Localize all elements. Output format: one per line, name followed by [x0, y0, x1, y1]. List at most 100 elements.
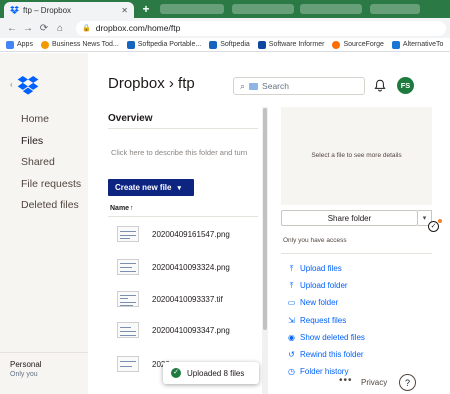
file-name: 20200410093337.tif — [152, 294, 223, 304]
dropbox-favicon-icon — [10, 6, 19, 14]
bookmarks-bar: Apps Business News Tod... Softpedia Port… — [0, 38, 450, 52]
action-label: Upload files — [300, 264, 342, 273]
share-folder-button[interactable]: Share folder — [281, 210, 418, 226]
checklist-icon[interactable]: ✓ — [428, 221, 439, 232]
upload-icon: ⤒ — [289, 264, 294, 273]
bookmark-label: Business News Tod... — [51, 41, 119, 48]
dropbox-logo-icon[interactable] — [17, 76, 39, 95]
request-icon: ⇲ — [288, 316, 295, 325]
background-tab[interactable] — [232, 4, 294, 14]
bookmark-softpedia-portable[interactable]: Softpedia Portable... — [126, 40, 202, 49]
rewind-folder-link[interactable]: ↺ Rewind this folder — [287, 350, 363, 359]
software-informer-icon — [257, 40, 266, 49]
access-text: Only you have access — [283, 237, 347, 244]
address-bar[interactable]: 🔒 dropbox.com/home/ftp — [76, 20, 446, 36]
collapse-sidebar-icon[interactable]: ‹ — [10, 80, 13, 89]
bookmark-label: Apps — [17, 41, 33, 48]
file-thumbnail — [117, 356, 139, 372]
browser-toolbar: ← → ⟳ ⌂ 🔒 dropbox.com/home/ftp — [0, 18, 450, 38]
business-news-icon — [40, 40, 49, 49]
background-tab[interactable] — [300, 4, 362, 14]
bookmark-label: SourceForge — [343, 41, 384, 48]
action-label: Request files — [300, 316, 347, 325]
left-sidebar: ‹ Home Files Shared File requests Delete… — [0, 53, 88, 394]
divider — [0, 352, 88, 353]
sidebar-item-home[interactable]: Home — [21, 113, 49, 125]
name-column-header[interactable]: Name — [110, 205, 129, 212]
new-tab-button[interactable]: + — [140, 3, 152, 15]
tab-title: ftp – Dropbox — [23, 5, 72, 15]
file-row[interactable]: 20200410093337.tif — [108, 284, 258, 314]
bookmark-apps[interactable]: Apps — [6, 40, 33, 49]
file-name: 20200409161547.png — [152, 229, 230, 239]
background-tab[interactable] — [160, 4, 224, 14]
show-deleted-files-link[interactable]: ◉ Show deleted files — [287, 333, 365, 342]
folder-description-field[interactable]: Click here to describe this folder and t… — [111, 148, 259, 157]
bookmark-label: Softpedia — [220, 41, 250, 48]
softpedia-icon — [209, 40, 218, 49]
bookmark-alternativeto[interactable]: AlternativeTo — [391, 40, 444, 49]
file-row[interactable]: 20200410093347.png — [108, 315, 258, 345]
chevron-down-icon: ▾ — [177, 184, 181, 192]
notification-bell-icon[interactable] — [374, 79, 386, 92]
reload-icon[interactable]: ⟳ — [38, 23, 50, 34]
request-files-link[interactable]: ⇲ Request files — [287, 316, 346, 325]
back-icon[interactable]: ← — [6, 23, 18, 34]
search-input[interactable]: ⌕ Search — [233, 77, 365, 95]
create-new-file-button[interactable]: Create new file ▾ — [108, 179, 194, 196]
browser-tab[interactable]: ftp – Dropbox ✕ — [4, 2, 134, 18]
sidebar-item-files[interactable]: Files — [21, 135, 43, 147]
toast-text: Uploaded 8 files — [187, 368, 245, 378]
search-icon: ⌕ — [240, 80, 246, 91]
file-name: 20200410093324.png — [152, 262, 230, 272]
divider — [108, 128, 258, 129]
background-tab[interactable] — [370, 4, 420, 14]
upload-folder-link[interactable]: ⤒ Upload folder — [287, 281, 348, 290]
sort-arrow-icon[interactable]: ↑ — [130, 205, 134, 212]
divider — [108, 216, 258, 217]
bookmark-business-news[interactable]: Business News Tod... — [40, 40, 119, 49]
sourceforge-icon — [332, 40, 341, 49]
privacy-link[interactable]: Privacy — [361, 378, 387, 387]
new-folder-link[interactable]: ▭ New folder — [287, 298, 339, 307]
softpedia-icon — [126, 40, 135, 49]
account-title[interactable]: Personal — [10, 360, 42, 369]
upload-files-link[interactable]: ⤒ Upload files — [287, 264, 342, 273]
file-row[interactable]: 20200410093324.png — [108, 252, 258, 282]
rewind-icon: ↺ — [288, 350, 295, 359]
action-label: Show deleted files — [300, 333, 365, 342]
bookmark-label: AlternativeTo — [402, 41, 444, 48]
apps-icon — [6, 40, 14, 49]
upload-folder-icon: ⤒ — [289, 281, 294, 290]
action-label: Upload folder — [300, 281, 348, 290]
lock-icon: 🔒 — [82, 25, 91, 32]
forward-icon[interactable]: → — [22, 23, 34, 34]
breadcrumb[interactable]: Dropbox › ftp — [108, 75, 195, 92]
file-thumbnail — [117, 226, 139, 242]
bookmark-sourceforge[interactable]: SourceForge — [332, 40, 384, 49]
scrollbar-thumb[interactable] — [263, 108, 267, 330]
overview-heading[interactable]: Overview — [108, 113, 152, 124]
more-options-icon[interactable]: ••• — [339, 375, 353, 386]
avatar[interactable]: FS — [397, 77, 414, 94]
file-name: 20200410093347.png — [152, 325, 230, 335]
sidebar-item-shared[interactable]: Shared — [21, 156, 55, 168]
sidebar-item-deleted-files[interactable]: Deleted files — [21, 199, 79, 211]
bookmark-label: Software Informer — [268, 41, 325, 48]
preview-hint: Select a file to see more details — [311, 152, 402, 159]
upload-toast: ✓ Uploaded 8 files — [163, 362, 259, 384]
file-row[interactable]: 20200409161547.png — [108, 219, 258, 249]
create-new-file-label: Create new file — [115, 183, 172, 192]
check-circle-icon: ✓ — [171, 368, 181, 378]
action-label: New folder — [300, 298, 339, 307]
sidebar-item-file-requests[interactable]: File requests — [21, 178, 81, 190]
home-icon[interactable]: ⌂ — [54, 23, 66, 34]
new-folder-icon: ▭ — [287, 298, 296, 307]
folder-scope-icon — [249, 82, 259, 90]
tab-close-icon[interactable]: ✕ — [121, 6, 128, 15]
help-button[interactable]: ? — [399, 374, 416, 391]
bookmark-softpedia[interactable]: Softpedia — [209, 40, 250, 49]
bookmark-label: Softpedia Portable... — [137, 41, 202, 48]
notification-dot — [438, 219, 442, 223]
bookmark-software-informer[interactable]: Software Informer — [257, 40, 325, 49]
